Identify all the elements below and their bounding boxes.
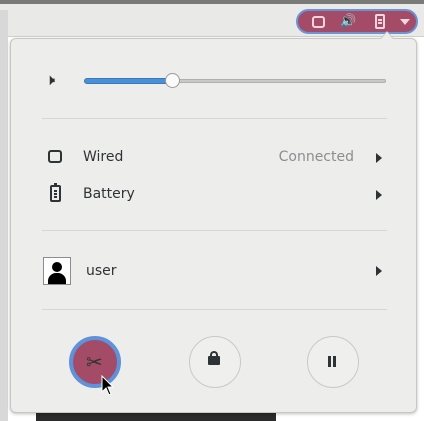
audio-volume-icon: 🔊: [340, 14, 357, 29]
battery-icon: [50, 183, 61, 202]
avatar-icon: [43, 257, 71, 285]
network-wired-icon: [48, 150, 62, 163]
pause-icon: [328, 356, 338, 368]
lock-button[interactable]: [189, 336, 241, 388]
suspend-button[interactable]: [307, 336, 359, 388]
separator: [42, 118, 387, 119]
separator: [42, 230, 387, 231]
chevron-right-icon: [376, 153, 382, 163]
background-window: [0, 10, 8, 421]
menu-item-wired[interactable]: Wired Connected: [42, 144, 390, 172]
panel-edge: [0, 0, 424, 4]
dropdown-arrow-icon: [400, 19, 410, 25]
chevron-right-icon: [376, 190, 382, 200]
menu-item-battery[interactable]: Battery: [42, 181, 390, 209]
network-wired-icon: [312, 16, 325, 28]
lock-icon: [208, 351, 222, 365]
menu-item-user[interactable]: user: [42, 257, 390, 285]
mouse-pointer-icon: [101, 375, 115, 396]
audio-volume-icon: 🕨: [45, 70, 56, 89]
system-tray-button[interactable]: 🔊: [296, 9, 418, 34]
menu-item-label: Wired: [83, 149, 124, 165]
user-name: user: [86, 263, 117, 279]
separator: [42, 309, 387, 310]
menu-item-label: Battery: [83, 186, 135, 202]
volume-slider-handle[interactable]: [164, 73, 180, 88]
connection-status: Connected: [278, 149, 354, 165]
settings-tools-icon: ✂: [86, 350, 103, 374]
volume-slider-fill: [84, 78, 172, 84]
chevron-right-icon: [376, 266, 382, 276]
battery-icon: [375, 14, 385, 29]
